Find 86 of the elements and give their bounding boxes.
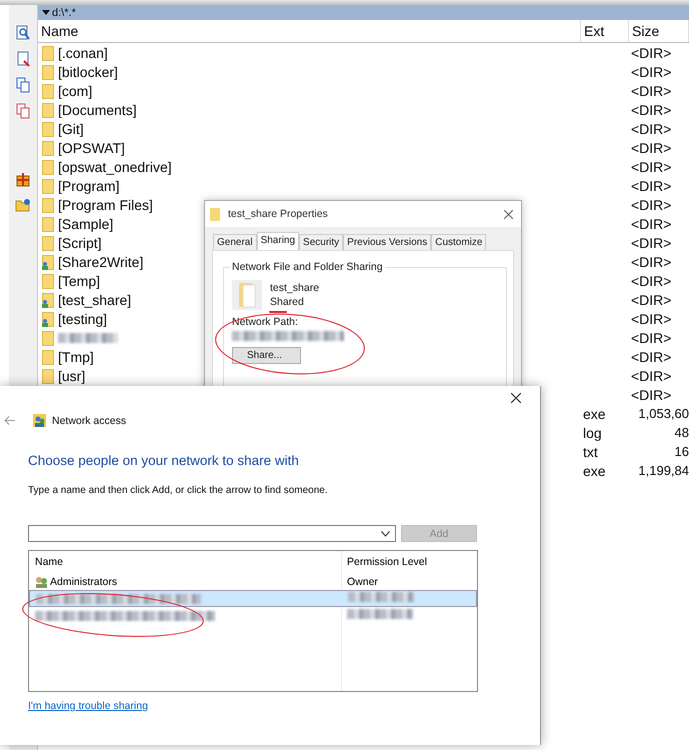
- path-text: d:\*.*: [52, 6, 76, 18]
- network-path-label: Network Path:: [232, 316, 298, 328]
- dialog-title: Network access: [52, 414, 126, 426]
- dialog-title: test_share Properties: [228, 208, 329, 220]
- copy-icon[interactable]: [15, 77, 31, 93]
- folder-icon: [232, 280, 262, 310]
- folder-name[interactable]: [test_share]: [58, 292, 132, 308]
- column-header[interactable]: Ext: [581, 20, 629, 42]
- file-size: <DIR>: [631, 272, 672, 288]
- file-size: <DIR>: [631, 64, 672, 80]
- file-size: <DIR>: [631, 368, 672, 384]
- annotation-underline: [269, 311, 287, 313]
- folder-name[interactable]: [Tmp]: [58, 348, 94, 364]
- redacted-text: [348, 592, 414, 602]
- user-name: Administrators: [50, 576, 118, 588]
- file-extension: txt: [583, 444, 598, 460]
- name-combobox[interactable]: [28, 525, 396, 542]
- file-size: <DIR>: [631, 386, 672, 402]
- document-icon[interactable]: [15, 51, 31, 67]
- column-header[interactable]: Size: [629, 20, 689, 42]
- column-header[interactable]: Name: [29, 556, 342, 568]
- help-link[interactable]: I'm having trouble sharing: [28, 700, 148, 712]
- file-size: <DIR>: [631, 158, 672, 174]
- folder-icon: [210, 208, 220, 220]
- permission-level: Owner: [346, 576, 378, 588]
- file-size: <DIR>: [631, 254, 672, 270]
- folder-name[interactable]: [testing]: [58, 310, 108, 326]
- folder-icon[interactable]: [15, 197, 31, 213]
- share-status: Shared: [270, 296, 305, 308]
- file-size: <DIR>: [631, 310, 672, 326]
- folder-name[interactable]: [Share2Write]: [58, 254, 144, 270]
- tab[interactable]: Previous Versions: [343, 234, 432, 250]
- folder-name[interactable]: [Git]: [58, 120, 84, 136]
- folder-name[interactable]: [OPSWAT]: [58, 140, 125, 156]
- file-size: <DIR>: [631, 348, 672, 364]
- column-header[interactable]: Permission Level: [342, 556, 427, 568]
- instruction-text: Type a name and then click Add, or click the arrow to find someone.: [28, 485, 328, 496]
- file-size: <DIR>: [631, 292, 672, 308]
- back-arrow-icon[interactable]: [4, 416, 15, 425]
- file-extension: log: [583, 424, 602, 440]
- folder-name[interactable]: [Temp]: [58, 272, 100, 288]
- file-size: <DIR>: [631, 82, 672, 98]
- gift-icon[interactable]: [15, 171, 31, 187]
- file-size: <DIR>: [631, 196, 672, 212]
- file-size: <DIR>: [631, 216, 672, 232]
- folder-name[interactable]: [.conan]: [58, 44, 108, 60]
- column-header[interactable]: Name: [38, 20, 581, 42]
- folder-name[interactable]: [Program]: [58, 178, 120, 194]
- file-size: <DIR>: [631, 234, 672, 250]
- file-size: 1,053,60: [638, 406, 689, 421]
- folder-name[interactable]: [Documents]: [58, 102, 137, 118]
- file-size: 1,199,84: [638, 463, 689, 478]
- zoom-icon[interactable]: [15, 25, 31, 41]
- folder-name[interactable]: [com]: [58, 82, 92, 98]
- caret-icon[interactable]: [381, 530, 390, 536]
- file-size: <DIR>: [631, 178, 672, 194]
- dialog-heading: Choose people on your network to share with: [28, 453, 299, 468]
- file-size: 16: [674, 444, 689, 459]
- file-size: <DIR>: [631, 102, 672, 118]
- file-size: <DIR>: [631, 120, 672, 136]
- people-icon: [33, 414, 46, 427]
- folder-name[interactable]: [bitlocker]: [58, 64, 118, 80]
- folder-name[interactable]: [Program Files]: [58, 196, 153, 212]
- tab[interactable]: Customize: [431, 234, 486, 250]
- caret-icon[interactable]: [42, 10, 50, 15]
- copy-icon[interactable]: [15, 103, 31, 119]
- folder-name: test_share: [270, 282, 320, 294]
- folder-name[interactable]: [usr]: [58, 368, 86, 384]
- group-title: Network File and Folder Sharing: [230, 261, 385, 273]
- folder-name[interactable]: [opswat_onedrive]: [58, 158, 172, 174]
- file-size: <DIR>: [631, 330, 672, 346]
- folder-name[interactable]: [Sample]: [58, 216, 114, 232]
- file-size: 48: [674, 425, 689, 440]
- tab[interactable]: Sharing: [256, 232, 300, 250]
- file-extension: exe: [583, 406, 606, 422]
- close-icon[interactable]: [511, 393, 521, 403]
- people-icon: [35, 576, 48, 588]
- list-row[interactable]: Administrators Owner: [29, 573, 477, 590]
- file-size: <DIR>: [631, 44, 672, 60]
- file-size: <DIR>: [631, 140, 672, 156]
- file-extension: exe: [583, 462, 606, 478]
- redacted-text: [347, 609, 413, 619]
- tab[interactable]: General: [213, 234, 257, 250]
- share-button[interactable]: Share...: [232, 347, 302, 364]
- folder-name[interactable]: [Script]: [58, 234, 102, 250]
- tab[interactable]: Security: [299, 234, 344, 250]
